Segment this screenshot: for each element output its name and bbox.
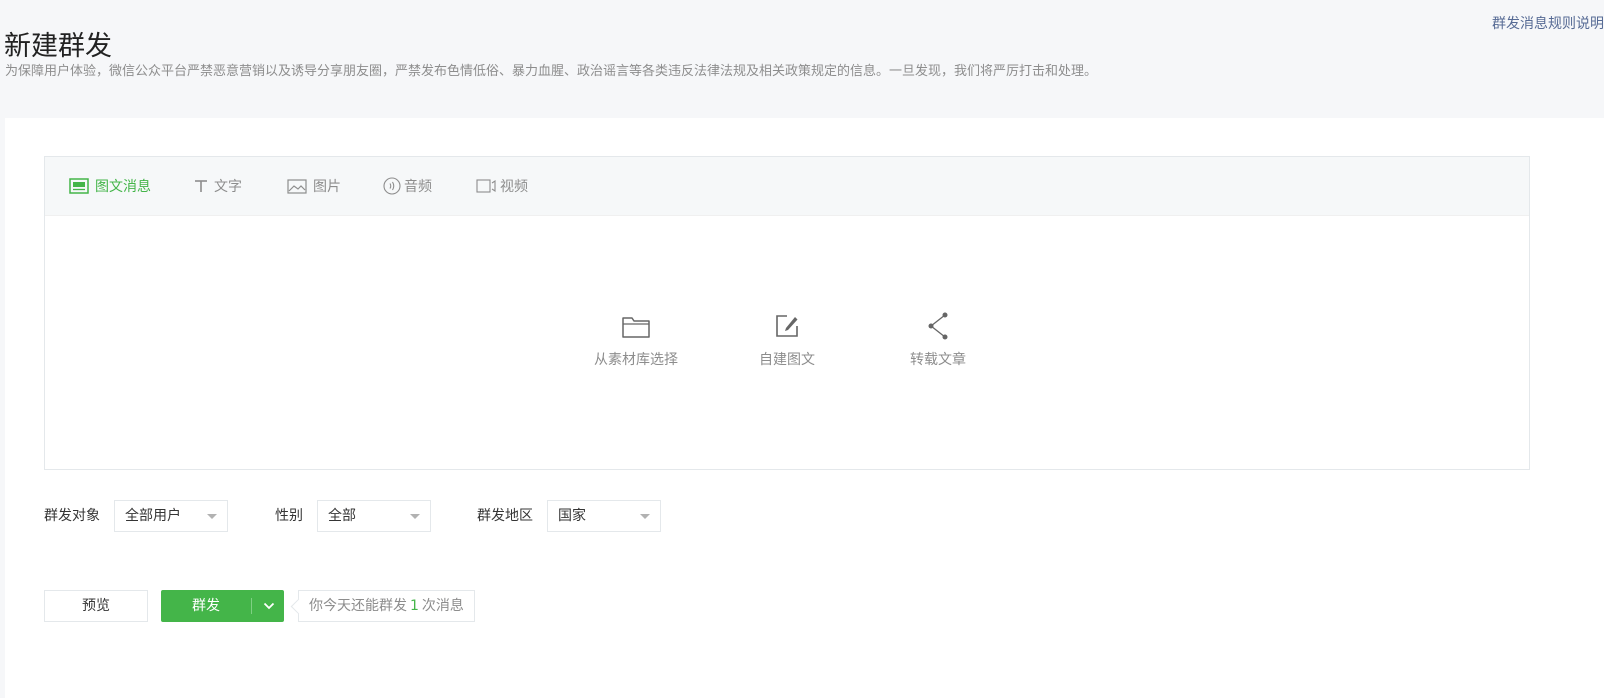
image-icon	[287, 178, 307, 194]
video-icon	[476, 179, 498, 193]
gender-select-value: 全部	[328, 508, 356, 524]
tab-label: 图片	[313, 179, 341, 195]
tab-audio[interactable]: 音频	[383, 157, 432, 215]
region-select-value: 国家	[558, 508, 586, 524]
audio-icon	[383, 177, 401, 195]
rules-link[interactable]: 群发消息规则说明	[1492, 13, 1604, 33]
tab-text[interactable]: 文字	[194, 157, 242, 215]
chevron-down-icon[interactable]	[253, 590, 284, 622]
caret-down-icon	[410, 514, 420, 519]
target-label: 群发对象	[44, 508, 100, 524]
create-news-button[interactable]: 自建图文	[727, 311, 847, 369]
target-select-value: 全部用户	[125, 508, 181, 524]
gender-label: 性别	[275, 508, 303, 524]
action-label: 自建图文	[759, 352, 815, 368]
page-title: 新建群发	[4, 31, 112, 63]
region-label: 群发地区	[477, 508, 533, 524]
news-icon	[69, 178, 89, 194]
send-button-divider	[251, 598, 252, 614]
share-icon	[878, 311, 998, 341]
main-card: 图文消息 文字 图片 音频 视频 从素材库选择 自建图文 转载文章 群发对象 全…	[5, 118, 1604, 698]
content-source-actions: 从素材库选择 自建图文 转载文章	[45, 253, 1529, 373]
action-label: 从素材库选择	[594, 352, 678, 368]
tab-label: 文字	[214, 179, 242, 195]
tab-news[interactable]: 图文消息	[69, 157, 151, 215]
quota-prefix: 你今天还能群发	[309, 598, 407, 614]
tab-label: 音频	[404, 179, 432, 195]
repost-article-button[interactable]: 转载文章	[878, 311, 998, 369]
send-button[interactable]: 群发	[161, 590, 284, 622]
message-type-tabs: 图文消息 文字 图片 音频 视频	[45, 157, 1529, 216]
quota-count: 1	[410, 598, 419, 614]
region-select[interactable]: 国家	[547, 500, 661, 532]
send-quota-tip: 你今天还能群发 1 次消息	[298, 590, 475, 622]
tab-video[interactable]: 视频	[476, 157, 528, 215]
policy-notice: 为保障用户体验，微信公众平台严禁恶意营销以及诱导分享朋友圈，严禁发布色情低俗、暴…	[5, 64, 1098, 79]
preview-button[interactable]: 预览	[44, 590, 148, 622]
select-from-library-button[interactable]: 从素材库选择	[576, 311, 696, 369]
tab-label: 图文消息	[95, 179, 151, 195]
tab-image[interactable]: 图片	[287, 157, 341, 215]
edit-icon	[727, 311, 847, 341]
tab-label: 视频	[500, 179, 528, 195]
send-button-label: 群发	[192, 598, 220, 614]
text-icon	[194, 179, 208, 193]
gender-select[interactable]: 全部	[317, 500, 431, 532]
caret-down-icon	[640, 514, 650, 519]
message-editor: 图文消息 文字 图片 音频 视频 从素材库选择 自建图文 转载文章	[44, 156, 1530, 470]
caret-down-icon	[207, 514, 217, 519]
quota-suffix: 次消息	[421, 598, 464, 614]
action-label: 转载文章	[910, 352, 966, 368]
target-select[interactable]: 全部用户	[114, 500, 228, 532]
folder-icon	[576, 311, 696, 341]
